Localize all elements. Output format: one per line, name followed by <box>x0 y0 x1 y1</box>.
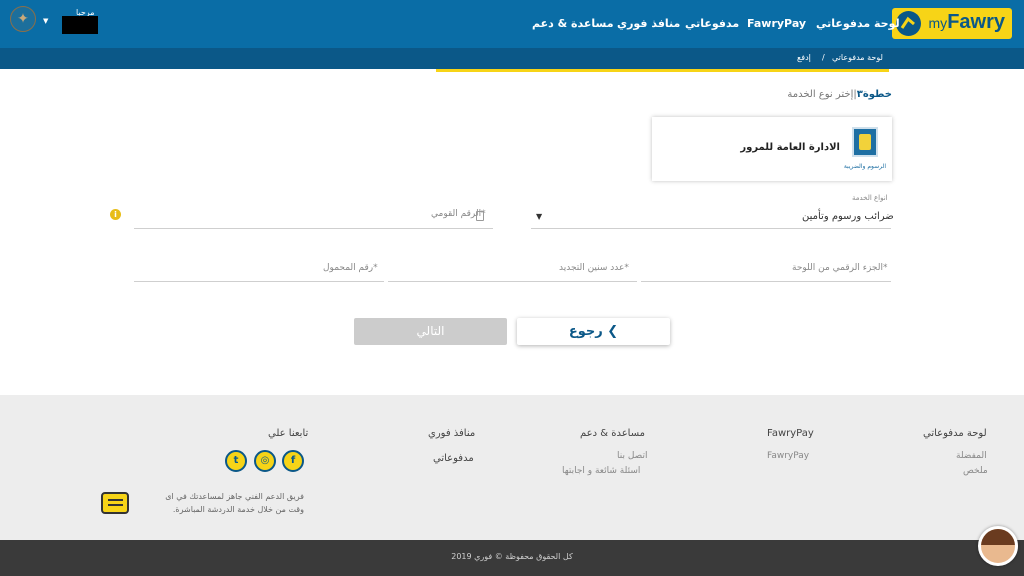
breadcrumb-separator: / <box>822 53 825 62</box>
footer-link-contact[interactable]: اتصل بنا <box>617 451 647 461</box>
footer <box>0 395 1024 540</box>
traffic-department-icon <box>852 127 878 157</box>
chevron-down-icon[interactable]: ▼ <box>536 212 542 221</box>
mobile-input[interactable]: رقم المحمول* <box>323 263 378 273</box>
accent-line <box>436 69 889 72</box>
info-icon[interactable]: i <box>110 209 121 220</box>
footer-help-title[interactable]: مساعدة & دعم <box>580 428 645 439</box>
nav-help[interactable]: مساعدة & دعم <box>532 17 614 30</box>
next-button[interactable]: التالي <box>354 318 507 345</box>
step-indicator: خطوة٣|إختر نوع الخدمة <box>787 89 892 100</box>
instagram-icon[interactable]: ◎ <box>254 450 276 472</box>
myfawry-logo[interactable]: myFawry <box>892 8 1012 39</box>
footer-link-faq[interactable]: اسئلة شائعة و اجابتها <box>562 466 640 476</box>
service-type-select[interactable]: ضرائب ورسوم وتأمين <box>802 211 894 222</box>
plate-number-underline <box>641 281 891 282</box>
footer-link-payments[interactable]: مدفوعاتي <box>433 453 474 464</box>
user-menu-caret-icon[interactable]: ▼ <box>43 17 48 25</box>
service-icon-caption: الرسوم والضريبة <box>843 163 886 170</box>
footer-dashboard-title[interactable]: لوحة مدفوعاتي <box>923 428 987 439</box>
footer-link-summary[interactable]: ملخص <box>963 466 988 476</box>
nav-dashboard[interactable]: لوحة مدفوعاتي <box>816 17 900 30</box>
renewal-years-input[interactable]: عدد سنين التجديد* <box>559 263 629 273</box>
back-button[interactable]: رجوع ❮ <box>517 318 670 345</box>
copyright-text: كل الحقوق محفوظة © فوري 2019 <box>451 552 573 561</box>
nav-payments[interactable]: مدفوعاتي <box>685 17 739 30</box>
breadcrumb-current: إدفع <box>797 53 811 62</box>
nav-outlets[interactable]: منافذ فوري <box>617 17 680 30</box>
twitter-icon[interactable]: t <box>225 450 247 472</box>
redacted-username[interactable] <box>62 16 98 34</box>
service-name: الادارة العامة للمرور <box>740 142 840 153</box>
footer-outlets-title[interactable]: منافذ فوري <box>428 428 475 439</box>
service-type-underline <box>531 228 891 229</box>
service-type-label: انواع الخدمة <box>852 194 888 202</box>
nav-fawrypay[interactable]: FawryPay <box>747 17 806 30</box>
clipboard-icon <box>476 211 484 221</box>
step-title: إختر نوع الخدمة <box>787 89 854 100</box>
footer-follow-title: تابعنا علي <box>268 428 309 439</box>
support-text: فريق الدعم الفني جاهز لمساعدتك في اى وقت… <box>165 492 304 514</box>
chevron-left-icon: ❮ <box>607 324 619 339</box>
logo-text: myFawry <box>928 11 1005 33</box>
plate-number-input[interactable]: الجزء الرقمي من اللوحة* <box>792 263 887 273</box>
breadcrumb-home[interactable]: لوحة مدفوعاتي <box>832 53 883 62</box>
back-label: رجوع <box>568 324 603 339</box>
chat-icon[interactable] <box>101 492 129 514</box>
national-id-underline <box>134 228 493 229</box>
renewal-years-underline <box>388 281 637 282</box>
selected-service-card[interactable]: الرسوم والضريبة الادارة العامة للمرور <box>652 117 892 181</box>
live-chat-avatar[interactable] <box>978 526 1018 566</box>
mobile-underline <box>134 281 384 282</box>
step-number: خطوة٣ <box>856 89 892 100</box>
facebook-icon[interactable]: f <box>282 450 304 472</box>
footer-fawrypay-title[interactable]: FawryPay <box>767 428 814 439</box>
footer-link-favorites[interactable]: المفضلة <box>956 451 987 461</box>
fawry-logo-icon <box>896 11 921 36</box>
footer-link-fawrypay[interactable]: FawryPay <box>767 451 809 461</box>
egypt-seal-icon: ✦ <box>10 6 36 32</box>
